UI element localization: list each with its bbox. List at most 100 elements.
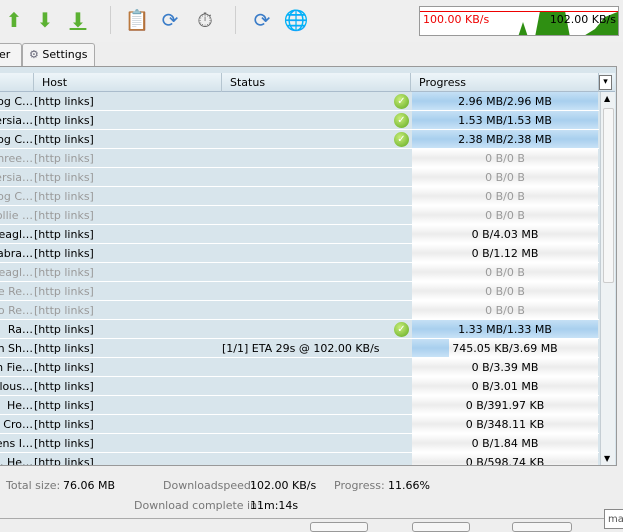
progress-text: 0 B/0 B xyxy=(485,285,525,298)
file-name: Cro… xyxy=(3,418,33,431)
table-row[interactable]: og C… [http links] ✓ 2.38 MB/2.38 MB xyxy=(0,130,599,149)
table-header: Host Status Progress ▾ xyxy=(0,73,615,92)
download-speed-value: 102.00 KB/s xyxy=(250,479,317,492)
host: [http links] xyxy=(34,266,94,279)
file-name: He… xyxy=(6,399,33,412)
progress-bar: 0 B/0 B xyxy=(412,301,598,319)
progress-text: 2.96 MB/2.96 MB xyxy=(458,95,552,108)
tab-settings[interactable]: ⚙ Settings xyxy=(22,43,95,67)
host: [http links] xyxy=(34,114,94,127)
progress-bar: 0 B/1.12 MB xyxy=(412,244,598,262)
table-row[interactable]: abra… [http links] 0 B/1.12 MB xyxy=(0,244,599,263)
file-name: ersia… xyxy=(0,114,33,127)
table-row[interactable]: Cro… [http links] 0 B/348.11 KB xyxy=(0,415,599,434)
file-name: og C… xyxy=(0,95,33,108)
table-row[interactable]: og C… [http links] ✓ 2.96 MB/2.96 MB xyxy=(0,92,599,111)
progress-text: 0 B/0 B xyxy=(485,266,525,279)
start-downloads-button[interactable]: ⬆ xyxy=(2,8,26,32)
pause-downloads-button[interactable]: ⬇ xyxy=(33,8,57,32)
table-row[interactable]: og C… [http links] 0 B/0 B xyxy=(0,187,599,206)
progress-text: 0 B/4.03 MB xyxy=(471,228,539,241)
column-progress[interactable]: Progress xyxy=(411,73,599,92)
column-chooser-icon[interactable]: ▾ xyxy=(599,75,612,90)
progress-text: 0 B/391.97 KB xyxy=(465,399,545,412)
progress-text: 1.33 MB/1.33 MB xyxy=(458,323,552,336)
progress-bar: 0 B/391.97 KB xyxy=(412,396,598,414)
stop-downloads-button[interactable]: ⬇ xyxy=(66,8,90,32)
status-summary: Total size: 76.06 MB Downloadspeed: 102.… xyxy=(0,470,623,520)
table-row[interactable]: lous… [http links] 0 B/3.01 MB xyxy=(0,377,599,396)
progress-text: 0 B/1.12 MB xyxy=(471,247,539,260)
total-size-label: Total size: xyxy=(6,479,61,492)
vertical-scrollbar[interactable]: ▲ ▼ xyxy=(600,92,615,465)
scroll-down-icon[interactable]: ▼ xyxy=(604,454,610,463)
table-body: og C…[http links]✓2.96 MB/2.96 MBersia…[… xyxy=(0,92,599,465)
table-row[interactable]: n Sh… [http links] [1/1] ETA 29s @ 102.00 … xyxy=(0,339,599,358)
host: [http links] xyxy=(34,399,94,412)
host: [http links] xyxy=(34,228,94,241)
finished-check-icon: ✓ xyxy=(394,322,409,337)
progress-text: 0 B/0 B xyxy=(485,304,525,317)
table-row[interactable]: eagl… [http links] 0 B/4.03 MB xyxy=(0,225,599,244)
file-name: o Re… xyxy=(0,304,33,317)
reconnect-button[interactable]: ⟳ xyxy=(158,8,182,32)
table-row[interactable]: Ra… [http links] ✓ 1.33 MB/1.33 MB xyxy=(0,320,599,339)
progress-bar: 2.96 MB/2.96 MB xyxy=(412,92,598,110)
bottom-button[interactable] xyxy=(310,522,368,532)
host: [http links] xyxy=(34,361,94,374)
table-row[interactable]: . He… [http links] 0 B/598.74 KB xyxy=(0,453,599,465)
table-row[interactable]: hree… [http links] 0 B/0 B xyxy=(0,149,599,168)
host: [http links] xyxy=(34,437,94,450)
table-row[interactable]: ens I…[http links] 0 B/1.84 MB xyxy=(0,434,599,453)
host: [http links] xyxy=(34,133,94,146)
host: [http links] xyxy=(34,285,94,298)
speed-limit-label: 100.00 KB/s xyxy=(423,13,490,26)
scrollbar-thumb[interactable] xyxy=(603,108,614,283)
file-name: hree… xyxy=(0,152,33,165)
table-row[interactable]: ollie …[http links] 0 B/0 B xyxy=(0,206,599,225)
scroll-up-icon[interactable]: ▲ xyxy=(604,94,610,103)
table-row[interactable]: He… [http links] 0 B/391.97 KB xyxy=(0,396,599,415)
column-name[interactable] xyxy=(0,73,34,92)
table-row[interactable]: ersia…[http links] ✓ 1.53 MB/1.53 MB xyxy=(0,111,599,130)
update-button[interactable]: ⟳ xyxy=(250,8,274,32)
host: [http links] xyxy=(34,456,94,465)
speedometer-button[interactable]: ⏱ xyxy=(193,8,217,32)
current-speed-label: 102.00 KB/s xyxy=(549,13,616,26)
table-row[interactable]: e Re… [http links] 0 B/0 B xyxy=(0,282,599,301)
host: [http links] xyxy=(34,209,94,222)
tab-linkgrabber[interactable]: er xyxy=(0,43,22,67)
progress-bar: 0 B/0 B xyxy=(412,168,598,186)
bottom-button[interactable] xyxy=(412,522,470,532)
table-row[interactable]: eagl… [http links] 0 B/0 B xyxy=(0,263,599,282)
progress-bar: 0 B/0 B xyxy=(412,149,598,167)
bottom-button[interactable] xyxy=(512,522,572,532)
tooltip: ma xyxy=(604,509,623,529)
clipboard-button[interactable]: 📋 xyxy=(125,8,150,32)
host: [http links] xyxy=(34,171,94,184)
column-status[interactable]: Status xyxy=(222,73,411,92)
table-row[interactable]: n Fie…[http links] 0 B/3.39 MB xyxy=(0,358,599,377)
progress-value: 11.66% xyxy=(388,479,430,492)
table-row[interactable]: ersia…[http links] 0 B/0 B xyxy=(0,168,599,187)
table-row[interactable]: o Re… [http links] 0 B/0 B xyxy=(0,301,599,320)
file-name: ollie … xyxy=(0,209,33,222)
total-size-value: 76.06 MB xyxy=(63,479,116,492)
progress-bar: 0 B/0 B xyxy=(412,282,598,300)
progress-text: 0 B/0 B xyxy=(485,171,525,184)
progress-bar: 0 B/598.74 KB xyxy=(412,453,598,465)
progress-text: 0 B/0 B xyxy=(485,152,525,165)
premium-globe-button[interactable]: 🌐 xyxy=(284,8,309,32)
progress-bar: 1.53 MB/1.53 MB xyxy=(412,111,598,129)
file-name: og C… xyxy=(0,133,33,146)
download-table: Host Status Progress ▾ og C… [http links]… xyxy=(0,66,617,466)
tab-label: Settings xyxy=(42,48,88,61)
toolbar-separator xyxy=(235,6,236,34)
host: [http links] xyxy=(34,190,94,203)
eta-value: 11m:14s xyxy=(250,499,299,512)
column-host[interactable]: Host xyxy=(34,73,222,92)
progress-text: 0 B/0 B xyxy=(485,209,525,222)
bottom-divider xyxy=(0,518,623,519)
tab-label: er xyxy=(0,48,11,61)
progress-bar: 745.05 KB/3.69 MB xyxy=(412,339,598,357)
